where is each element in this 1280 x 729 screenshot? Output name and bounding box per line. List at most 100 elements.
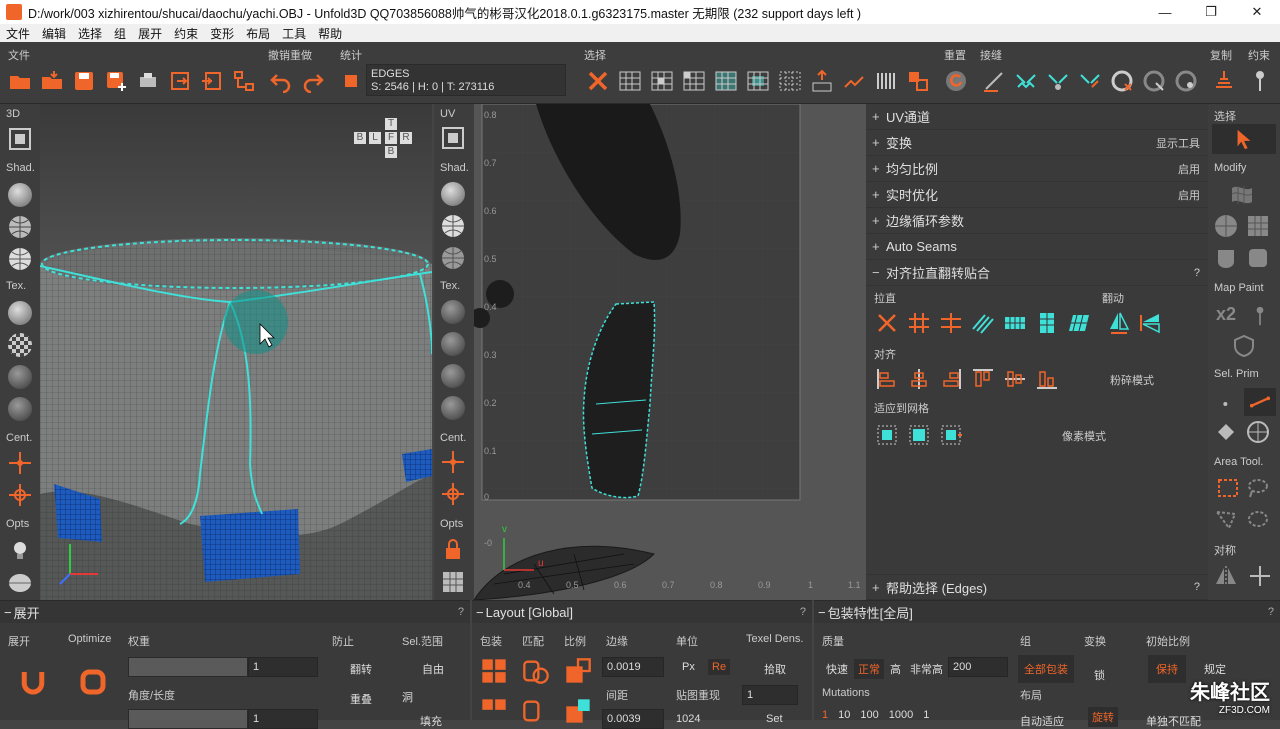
uv-frame-view-icon[interactable] — [441, 126, 465, 153]
mutations-option[interactable]: 100 — [860, 709, 878, 721]
all-pack-button[interactable]: 全部包装 — [1018, 655, 1074, 683]
overlap-toggle[interactable]: 重叠 — [350, 691, 372, 707]
pack-button[interactable] — [480, 657, 508, 688]
unfold-button[interactable] — [18, 667, 48, 700]
import-folder-icon[interactable] — [39, 68, 65, 94]
save-as-icon[interactable] — [103, 68, 129, 94]
light-icon[interactable] — [7, 538, 33, 564]
prim-edge-icon[interactable] — [1244, 388, 1276, 416]
align-middle-icon[interactable] — [1002, 366, 1028, 392]
center-selection-icon[interactable] — [7, 482, 33, 508]
grid-skew-icon[interactable] — [1066, 310, 1092, 336]
section-help-select[interactable]: + 帮助选择 (Edges)? — [866, 574, 1208, 600]
lock-button[interactable]: 锁 — [1094, 667, 1105, 683]
shading-wire-smooth-icon[interactable] — [7, 246, 33, 272]
select-grid-5-icon[interactable] — [745, 68, 771, 94]
save-icon[interactable] — [71, 68, 97, 94]
match-2-button[interactable] — [522, 697, 550, 728]
section-live-optimize[interactable]: + 实时优化 启用 — [866, 182, 1208, 208]
margin-value[interactable]: 0.0019 — [602, 657, 664, 677]
modify-box-icon[interactable] — [1246, 246, 1270, 273]
symmetry-add-icon[interactable] — [1248, 564, 1272, 591]
section-uniform-scale[interactable]: + 均匀比例 启用 — [866, 156, 1208, 182]
straighten-v-icon[interactable] — [906, 310, 932, 336]
quality-very-high[interactable]: 非常高 — [910, 661, 943, 677]
flip-v-icon[interactable] — [1106, 310, 1132, 336]
select-grid-6-icon[interactable] — [777, 68, 803, 94]
quality-high[interactable]: 高 — [890, 661, 901, 677]
auto-adapt-button[interactable]: 自动适应 — [1020, 713, 1064, 729]
help-question[interactable]: ? — [1194, 267, 1200, 279]
free-toggle[interactable]: 自由 — [422, 661, 444, 677]
shading-smooth-icon[interactable] — [7, 182, 33, 208]
quality-fast[interactable]: 快速 — [826, 661, 848, 677]
select-grow-icon[interactable] — [809, 68, 835, 94]
weight-value[interactable]: 1 — [248, 657, 318, 677]
uv-texture-none-icon[interactable] — [441, 300, 465, 324]
symmetry-icon[interactable] — [1214, 564, 1238, 591]
fixed-button[interactable]: 规定 — [1204, 661, 1226, 677]
ratio-2-button[interactable] — [564, 697, 592, 728]
view-cube[interactable]: T B L F R B — [352, 118, 432, 168]
select-shrink-icon[interactable] — [841, 68, 867, 94]
shatter-mode-label[interactable]: 粉碎模式 — [1110, 372, 1154, 388]
menu-deform[interactable]: 变形 — [204, 25, 240, 42]
optimize-button[interactable] — [78, 667, 108, 700]
section-auto-seams[interactable]: + Auto Seams — [866, 234, 1208, 260]
modify-mesh-icon[interactable] — [1230, 182, 1254, 209]
uv-center-view-icon[interactable] — [441, 450, 465, 477]
export-icon[interactable] — [135, 68, 161, 94]
menu-group[interactable]: 组 — [108, 25, 132, 42]
uv-texture-checker-3-icon[interactable] — [441, 396, 465, 420]
view-cube-bottom[interactable]: B — [385, 146, 397, 158]
menu-layout[interactable]: 布局 — [240, 25, 276, 42]
prim-globe-icon[interactable] — [1246, 420, 1270, 447]
load-uv-icon[interactable] — [167, 68, 193, 94]
copy-icon[interactable] — [1211, 68, 1237, 94]
straighten-h-icon[interactable] — [938, 310, 964, 336]
select-arrow-icon[interactable] — [1212, 124, 1276, 154]
modify-grid-icon[interactable] — [1246, 214, 1270, 241]
grid-rect-icon[interactable] — [1002, 310, 1028, 336]
area-poly-icon[interactable] — [1214, 508, 1238, 535]
center-view-icon[interactable] — [7, 450, 33, 476]
frame-view-icon[interactable] — [7, 126, 33, 152]
help-question[interactable]: ? — [800, 606, 806, 618]
section-uv-channel[interactable]: + UV通道 — [866, 104, 1208, 130]
menu-tools[interactable]: 工具 — [276, 25, 312, 42]
area-rect-icon[interactable] — [1212, 474, 1244, 502]
menu-constrain[interactable]: 约束 — [168, 25, 204, 42]
prim-vertex-icon[interactable] — [1220, 392, 1236, 419]
align-center-h-icon[interactable] — [906, 366, 932, 392]
menu-file[interactable]: 文件 — [0, 25, 36, 42]
redo-icon[interactable] — [300, 68, 326, 94]
help-question[interactable]: ? — [1194, 581, 1200, 593]
texture-checker-2-icon[interactable] — [7, 364, 33, 390]
quality-value[interactable]: 200 — [948, 657, 1008, 677]
minimize-button[interactable]: — — [1142, 0, 1188, 24]
area-brush-icon[interactable] — [1246, 508, 1270, 535]
paint-pin-icon[interactable] — [1250, 304, 1270, 331]
uv-lock-icon[interactable] — [441, 538, 465, 565]
uv-shading-smooth-icon[interactable] — [441, 182, 465, 206]
cut-edges-icon[interactable] — [981, 68, 1007, 94]
set-button[interactable]: Set — [766, 713, 783, 725]
texture-checker-3-icon[interactable] — [7, 396, 33, 422]
texture-none-icon[interactable] — [7, 300, 33, 326]
mutations-option[interactable]: 10 — [838, 709, 850, 721]
section-edge-loop[interactable]: + 边缘循环参数 — [866, 208, 1208, 234]
modify-sphere-icon[interactable] — [1214, 214, 1238, 241]
uv-texture-checker-2-icon[interactable] — [441, 364, 465, 388]
select-grid-3-icon[interactable] — [681, 68, 707, 94]
viewport-uv[interactable]: 0.8 0.7 0.6 0.5 0.4 0.3 0.2 0.1 0 -0 0.4… — [474, 104, 866, 600]
select-grid-2-icon[interactable] — [649, 68, 675, 94]
view-cube-right[interactable]: R — [400, 132, 412, 144]
view-cube-left[interactable]: L — [369, 132, 381, 144]
hierarchy-icon[interactable] — [231, 68, 257, 94]
tile-value[interactable]: 1 — [742, 685, 798, 705]
align-right-icon[interactable] — [938, 366, 964, 392]
rotate-button[interactable]: 旋转 — [1088, 707, 1118, 727]
prim-island-icon[interactable] — [1214, 420, 1238, 447]
viewport-3d[interactable]: T B L F R B — [40, 104, 432, 600]
flip-h-icon[interactable] — [1138, 310, 1164, 336]
